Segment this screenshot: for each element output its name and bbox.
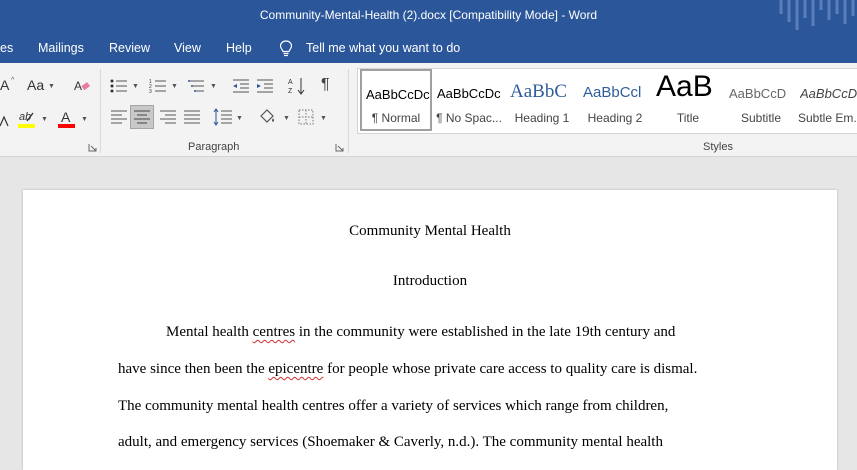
chevron-down-icon: ▼ (41, 116, 48, 123)
lightbulb-icon (279, 40, 293, 57)
text-run: have since then been the (118, 361, 269, 377)
chevron-down-icon: ▼ (320, 115, 327, 122)
align-center-icon (134, 110, 150, 124)
styles-group-label: Styles (703, 141, 733, 153)
multilevel-list-icon[interactable] (188, 78, 206, 94)
style-normal[interactable]: AaBbCcDc ¶ Normal (360, 69, 432, 131)
svg-text:A: A (61, 109, 71, 125)
align-center-button[interactable] (130, 105, 154, 129)
font-color-swatch (58, 124, 75, 128)
style-label: ¶ Normal (371, 111, 421, 125)
svg-text:Z: Z (288, 88, 293, 95)
chevron-down-icon: ▼ (81, 116, 88, 123)
group-separator (348, 69, 349, 153)
svg-text:3: 3 (149, 89, 152, 94)
style-preview: AaBbCcDc (800, 86, 857, 101)
text-run: for people whose private care access to … (323, 361, 698, 377)
tab-help[interactable]: Help (226, 41, 252, 55)
title-bar: Community-Mental-Health (2).docx [Compat… (0, 0, 857, 33)
change-case-button[interactable]: Aa (27, 77, 44, 93)
spelling-error[interactable]: centres (253, 324, 295, 340)
style-no-spacing[interactable]: AaBbCcDc ¶ No Spac... (433, 69, 505, 131)
style-preview: AaBbCcDc (366, 87, 430, 102)
style-label: Heading 2 (587, 111, 643, 125)
chevron-down-icon: ▼ (171, 83, 178, 90)
style-label: Subtle Em... (798, 111, 857, 125)
paragraph-line: The community mental health centres offe… (118, 398, 669, 414)
highlight-swatch (18, 124, 35, 128)
bullets-icon[interactable] (110, 78, 128, 94)
paragraph-line: adult, and emergency services (Shoemaker… (118, 434, 663, 450)
paragraph-group-label: Paragraph (188, 141, 240, 153)
chevron-down-icon: ▼ (283, 115, 290, 122)
style-title[interactable]: AaB Title (652, 69, 724, 131)
style-preview: AaBbCcD (729, 86, 787, 101)
font-dialog-launcher-icon[interactable] (88, 143, 97, 152)
tell-me-search[interactable]: Tell me what you want to do (306, 41, 460, 55)
font-color-icon[interactable]: A (57, 109, 77, 131)
line-spacing-icon[interactable] (213, 108, 233, 126)
paragraph-dialog-launcher-icon[interactable] (335, 143, 344, 152)
align-right-icon[interactable] (159, 110, 177, 124)
paragraph-line: Mental health centres in the community w… (166, 324, 675, 341)
tab-references[interactable]: es (0, 41, 13, 55)
style-label: Title (676, 111, 700, 125)
svg-text:A: A (74, 79, 82, 93)
spelling-error[interactable]: epicentre (268, 361, 323, 377)
borders-icon[interactable] (298, 109, 314, 125)
window-title: Community-Mental-Health (2).docx [Compat… (259, 8, 598, 22)
style-preview: AaBbCcl (583, 84, 642, 101)
chevron-down-icon: ▼ (132, 83, 139, 90)
style-heading-2[interactable]: AaBbCcl Heading 2 (579, 69, 651, 131)
style-label: Heading 1 (514, 111, 570, 125)
style-preview: AaB (656, 70, 713, 103)
increase-indent-icon[interactable] (256, 78, 274, 94)
chevron-down-icon: ▼ (210, 83, 217, 90)
justify-icon[interactable] (183, 110, 201, 124)
styles-gallery: AaBbCcDc ¶ Normal AaBbCcDc ¶ No Spac... … (357, 68, 857, 134)
shading-icon[interactable] (257, 107, 279, 127)
style-heading-1[interactable]: AaBbC Heading 1 (506, 69, 578, 131)
decrease-indent-icon[interactable] (232, 78, 250, 94)
style-label: ¶ No Spac... (436, 111, 502, 125)
style-preview: AaBbCcDc (437, 86, 501, 101)
clear-formatting-icon[interactable]: A (73, 77, 91, 95)
document-heading: Introduction (392, 273, 468, 289)
highlight-color-icon[interactable]: ab (17, 109, 39, 131)
document-page[interactable]: Community Mental Health Introduction Men… (23, 190, 837, 470)
style-preview: AaBbC (510, 81, 567, 102)
chevron-down-icon: ▼ (48, 83, 55, 90)
show-formatting-marks-icon[interactable]: ¶ (321, 76, 330, 94)
group-separator (100, 69, 101, 153)
align-left-icon[interactable] (110, 110, 128, 124)
tab-view[interactable]: View (174, 41, 201, 55)
numbering-icon[interactable]: 1 2 3 (149, 78, 167, 94)
style-subtitle[interactable]: AaBbCcD Subtitle (725, 69, 797, 131)
grow-font-caret: ^ (11, 77, 15, 84)
ribbon: A ^ Aa ▼ A ab ▼ A ▼ ▼ 1 2 3 ▼ ▼ A Z ¶ ▼ … (0, 63, 857, 157)
document-area[interactable]: Community Mental Health Introduction Men… (0, 157, 857, 470)
style-label: Subtitle (740, 111, 782, 125)
text-run: in the community were established in the… (295, 324, 676, 340)
grow-font-button[interactable]: A (0, 77, 9, 93)
svg-text:A: A (288, 79, 293, 86)
tab-mailings[interactable]: Mailings (38, 41, 84, 55)
style-subtle-emphasis[interactable]: AaBbCcDc Subtle Em... (796, 69, 857, 131)
document-title: Community Mental Health (349, 223, 511, 239)
chevron-down-icon: ▼ (236, 115, 243, 122)
paragraph-line: have since then been the epicentre for p… (118, 361, 697, 378)
tab-review[interactable]: Review (109, 41, 150, 55)
font-partial-icon (0, 115, 9, 127)
ribbon-tabs: es Mailings Review View Help Tell me wha… (0, 33, 857, 63)
title-bar-decoration (779, 0, 855, 30)
sort-icon[interactable]: AZ (288, 76, 306, 96)
text-run: Mental health (166, 324, 253, 340)
